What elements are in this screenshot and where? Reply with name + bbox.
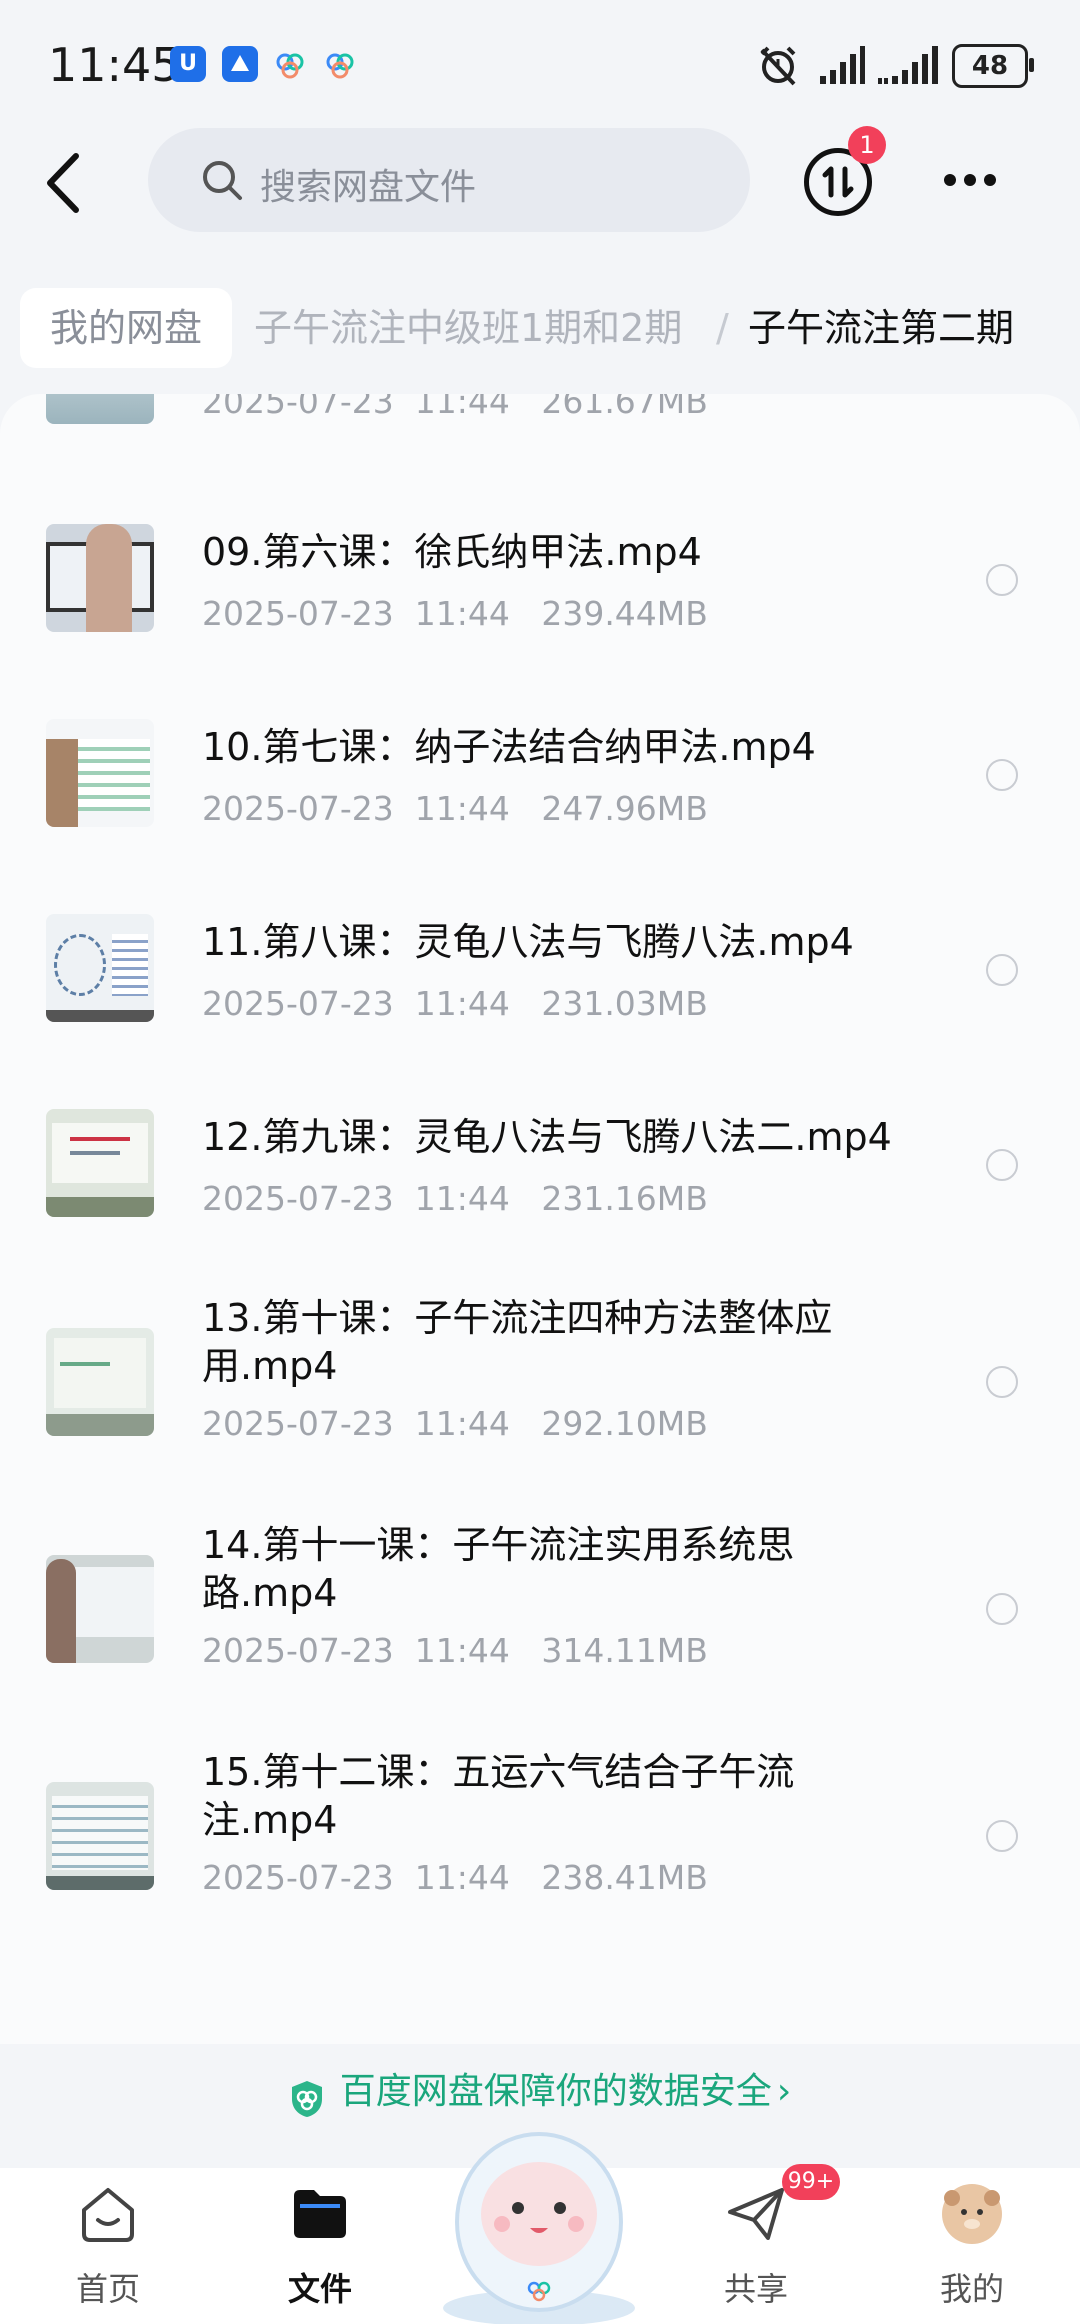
nav-home[interactable]: 首页	[28, 2168, 188, 2324]
select-radio[interactable]	[986, 1366, 1018, 1398]
nav-files[interactable]: 文件	[240, 2168, 400, 2324]
file-meta: 2025-07-23 11:44 261.67MB	[202, 394, 708, 421]
folder-icon	[294, 2190, 346, 2238]
status-time: 11:45	[48, 38, 181, 92]
signal-icon	[820, 46, 865, 84]
file-meta: 2025-07-23 11:44 239.44MB	[202, 594, 708, 633]
share-badge: 99+	[782, 2164, 840, 2200]
app-notification-icon: U	[170, 46, 206, 82]
nav-mine[interactable]: 我的	[892, 2168, 1052, 2324]
more-options-button[interactable]	[940, 160, 1002, 200]
nav-mine-label: 我的	[939, 2270, 1004, 2308]
nav-share-label: 共享	[723, 2270, 788, 2308]
select-radio[interactable]	[986, 1820, 1018, 1852]
breadcrumb-root[interactable]: 我的网盘	[20, 288, 233, 368]
netdisk-notification-icon	[276, 53, 304, 79]
select-radio[interactable]	[986, 954, 1018, 986]
video-thumbnail	[46, 1109, 154, 1217]
breadcrumb: 我的网盘 子午流注中级班1期和2期 / 子午流注第二期	[0, 288, 1080, 368]
file-meta: 2025-07-23 11:44 238.41MB	[202, 1858, 708, 1897]
mascot-button[interactable]	[436, 2112, 642, 2324]
home-icon	[82, 2188, 134, 2242]
select-radio[interactable]	[986, 1593, 1018, 1625]
back-button[interactable]	[40, 150, 90, 216]
netdisk-notification-icon-2	[326, 53, 354, 79]
file-meta: 2025-07-23 11:44 247.96MB	[202, 789, 708, 828]
breadcrumb-parent[interactable]: 子午流注中级班1期和2期	[254, 288, 682, 368]
file-meta: 2025-07-23 11:44 314.11MB	[202, 1631, 708, 1670]
select-radio[interactable]	[986, 1149, 1018, 1181]
breadcrumb-current: 子午流注第二期	[748, 306, 1015, 350]
nav-home-label: 首页	[75, 2270, 140, 2308]
file-name: 15.第十二课：五运六气结合子午流注.mp4	[202, 1750, 795, 1842]
status-bar: 11:45 U 48	[0, 0, 1080, 130]
file-name: 09.第六课：徐氏纳甲法.mp4	[202, 530, 702, 574]
file-meta: 2025-07-23 11:44 231.03MB	[202, 984, 708, 1023]
list-item[interactable]: 12.第九课：灵龟八法与飞腾八法二.mp4 2025-07-23 11:44 2…	[0, 1089, 1080, 1249]
list-item[interactable]: 2025-07-23 11:44 261.67MB	[0, 394, 1080, 494]
signal-icon-2	[878, 46, 938, 84]
file-name: 14.第十一课：子午流注实用系统思路.mp4	[202, 1523, 795, 1615]
file-name: 13.第十课：子午流注四种方法整体应用.mp4	[202, 1296, 833, 1388]
video-thumbnail	[46, 1555, 154, 1663]
file-meta: 2025-07-23 11:44 292.10MB	[202, 1404, 708, 1443]
select-radio[interactable]	[986, 759, 1018, 791]
list-item[interactable]: 13.第十课：子午流注四种方法整体应用.mp4 2025-07-23 11:44…	[0, 1284, 1080, 1494]
list-item[interactable]: 15.第十二课：五运六气结合子午流注.mp4 2025-07-23 11:44 …	[0, 1738, 1080, 1948]
video-thumbnail	[46, 1782, 154, 1890]
list-item[interactable]: 09.第六课：徐氏纳甲法.mp4 2025-07-23 11:44 239.44…	[0, 504, 1080, 664]
search-input[interactable]: 搜索网盘文件	[148, 128, 750, 232]
chevron-left-icon	[47, 153, 79, 213]
video-thumbnail	[46, 914, 154, 1022]
list-item[interactable]: 14.第十一课：子午流注实用系统思路.mp4 2025-07-23 11:44 …	[0, 1511, 1080, 1721]
alarm-icon	[760, 46, 796, 86]
file-name: 12.第九课：灵龟八法与飞腾八法二.mp4	[202, 1115, 892, 1159]
file-name: 10.第七课：纳子法结合纳甲法.mp4	[202, 725, 816, 769]
battery-indicator: 48	[952, 44, 1034, 88]
list-item[interactable]: 11.第八课：灵龟八法与飞腾八法.mp4 2025-07-23 11:44 23…	[0, 894, 1080, 1054]
chevron-right-icon: ›	[776, 2071, 792, 2112]
search-placeholder: 搜索网盘文件	[260, 167, 477, 208]
file-list: 2025-07-23 11:44 261.67MB 09.第六课：徐氏纳甲法.m…	[0, 394, 1080, 2044]
baidu-app-icon	[222, 46, 258, 82]
breadcrumb-separator: /	[716, 306, 729, 350]
nav-files-label: 文件	[287, 2270, 352, 2308]
safety-text: 百度网盘保障你的数据安全	[339, 2071, 772, 2112]
transfer-badge: 1	[848, 126, 886, 164]
paper-plane-icon	[728, 2188, 784, 2240]
file-name: 11.第八课：灵龟八法与飞腾八法.mp4	[202, 920, 854, 964]
video-thumbnail	[46, 394, 154, 424]
avatar-icon	[942, 2184, 1002, 2244]
file-meta: 2025-07-23 11:44 231.16MB	[202, 1179, 708, 1218]
video-thumbnail	[46, 719, 154, 827]
more-dot-icon	[944, 174, 956, 186]
video-thumbnail	[46, 524, 154, 632]
video-thumbnail	[46, 1328, 154, 1436]
shield-icon	[291, 2080, 322, 2117]
select-radio[interactable]	[986, 564, 1018, 596]
search-icon	[203, 161, 242, 200]
list-item[interactable]: 10.第七课：纳子法结合纳甲法.mp4 2025-07-23 11:44 247…	[0, 699, 1080, 859]
